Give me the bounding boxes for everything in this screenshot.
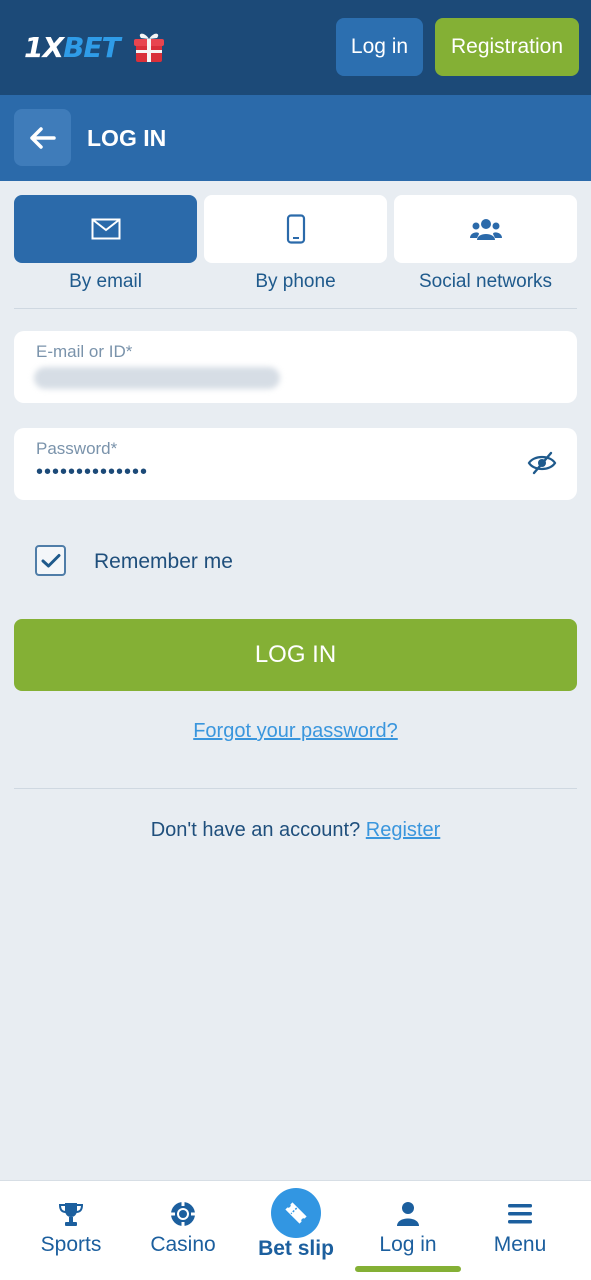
page-title-bar: LOG IN <box>0 95 591 181</box>
users-icon <box>469 219 502 240</box>
divider <box>14 788 577 789</box>
check-icon <box>41 553 60 567</box>
nav-sports[interactable]: Sports <box>12 1181 130 1280</box>
tab-by-email[interactable] <box>14 195 197 263</box>
header-login-button[interactable]: Log in <box>336 18 423 76</box>
nav-menu[interactable]: Menu <box>461 1181 579 1280</box>
arrow-left-icon <box>29 126 56 149</box>
email-field[interactable]: E-mail or ID* <box>14 331 577 403</box>
no-account-prompt: Don't have an account? Register <box>0 819 591 842</box>
header-registration-button[interactable]: Registration <box>435 18 579 76</box>
nav-sports-label: Sports <box>40 1233 102 1256</box>
password-value: •••••••••••••• <box>36 461 149 483</box>
tab-social-networks[interactable] <box>394 195 577 263</box>
phone-icon <box>286 214 305 244</box>
register-link[interactable]: Register <box>366 819 440 841</box>
nav-casino-label: Casino <box>150 1233 216 1256</box>
page-title: LOG IN <box>87 125 167 151</box>
remember-me-checkbox[interactable] <box>35 545 66 576</box>
tab-label-email[interactable]: By email <box>14 271 197 293</box>
tab-by-phone[interactable] <box>204 195 387 263</box>
active-tab-indicator <box>355 1266 461 1272</box>
divider <box>14 308 577 309</box>
tab-label-social[interactable]: Social networks <box>394 271 577 293</box>
password-field-label: Password* <box>36 439 118 458</box>
no-account-text: Don't have an account? <box>150 819 361 841</box>
logo-text: 1XBET <box>24 30 121 64</box>
envelope-icon <box>91 218 120 240</box>
nav-casino[interactable]: Casino <box>124 1181 242 1280</box>
tab-label-phone[interactable]: By phone <box>204 271 387 293</box>
top-header: 1XBET Log in Registration <box>0 0 591 95</box>
remember-me-label[interactable]: Remember me <box>94 550 233 574</box>
nav-bet-slip[interactable] <box>271 1188 321 1238</box>
back-button[interactable] <box>14 109 71 166</box>
email-value-redacted <box>34 367 280 389</box>
nav-menu-label: Menu <box>493 1233 547 1256</box>
gift-icon[interactable] <box>132 30 166 64</box>
email-field-label: E-mail or ID* <box>36 342 133 361</box>
forgot-password-link[interactable]: Forgot your password? <box>0 720 591 743</box>
eye-slash-icon[interactable] <box>527 450 557 476</box>
ticket-icon <box>285 1202 307 1224</box>
chip-icon <box>168 1199 198 1229</box>
nav-bet-slip-label[interactable]: Bet slip <box>236 1237 356 1261</box>
user-icon <box>393 1199 423 1229</box>
trophy-icon <box>56 1199 86 1229</box>
hamburger-icon <box>505 1199 535 1229</box>
nav-login-label: Log in <box>379 1233 437 1256</box>
brand-logo[interactable]: 1XBET <box>24 30 166 64</box>
password-field[interactable]: Password* •••••••••••••• <box>14 428 577 500</box>
login-submit-button[interactable]: LOG IN <box>14 619 577 691</box>
